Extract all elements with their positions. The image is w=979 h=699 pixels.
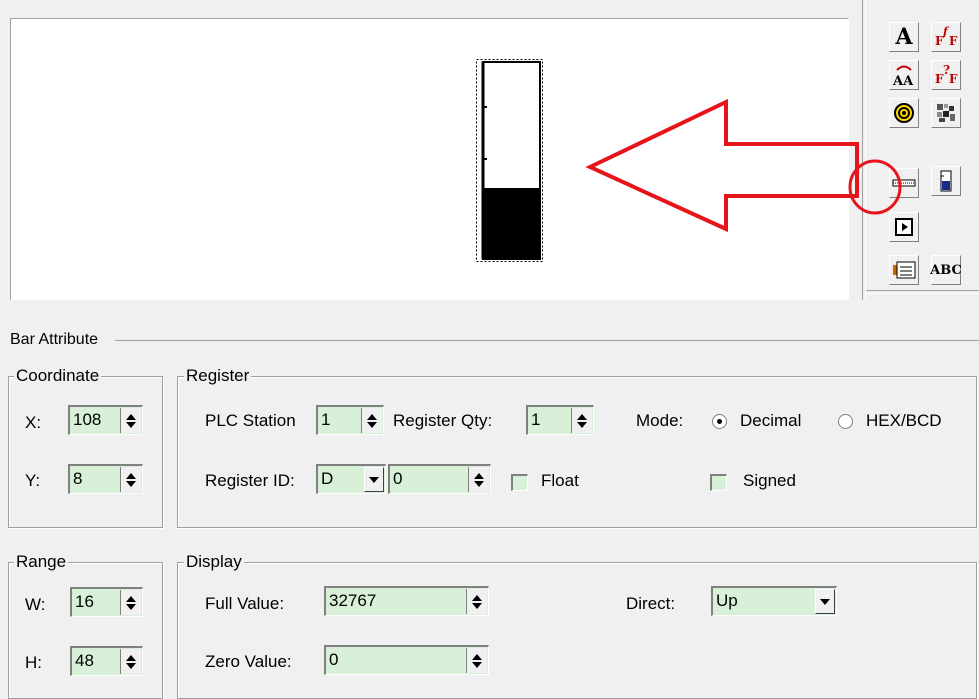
zero-value-spinbox[interactable]: 0	[324, 645, 489, 675]
plc-station-label: PLC Station	[205, 411, 296, 430]
register-id-type-select[interactable]: D	[316, 464, 386, 494]
bar-attribute-title: Bar Attribute	[10, 331, 99, 348]
red-circle-annotation	[848, 159, 902, 215]
float-checkbox[interactable]	[511, 474, 528, 491]
display-group	[177, 562, 977, 699]
w-spin-arrows[interactable]	[120, 590, 141, 615]
bar-graph-preview[interactable]	[476, 59, 543, 262]
direct-label: Direct:	[626, 594, 676, 613]
format-text-2-icon[interactable]: F? F	[931, 60, 961, 90]
mode-decimal-radio[interactable]	[712, 414, 727, 429]
coordinate-group	[8, 376, 163, 528]
plc-station-spin-arrows[interactable]	[361, 408, 382, 433]
x-value: 108	[73, 410, 102, 429]
direct-value: Up	[716, 591, 738, 610]
mode-hex-label[interactable]: HEX/BCD	[866, 411, 942, 431]
y-spin-arrows[interactable]	[120, 467, 141, 492]
zero-value-label: Zero Value:	[205, 652, 292, 671]
radio-selected-dot	[717, 419, 722, 424]
svg-text:AA: AA	[892, 74, 914, 88]
register-id-spin-arrows[interactable]	[468, 467, 489, 492]
full-value-spin-arrows[interactable]	[466, 589, 487, 614]
chevron-down-icon[interactable]	[364, 467, 384, 492]
register-id-spinbox[interactable]: 0	[388, 464, 491, 494]
register-group-title: Register	[184, 366, 252, 385]
register-qty-label: Register Qty:	[393, 411, 493, 430]
chevron-down-icon[interactable]	[815, 589, 835, 614]
register-group	[177, 376, 977, 528]
image-icon[interactable]	[931, 98, 961, 128]
red-arrow-annotation	[585, 98, 859, 233]
plc-station-spinbox[interactable]: 1	[316, 405, 384, 435]
signed-checkbox[interactable]	[710, 474, 727, 491]
toolbox: A FfF AA F? F ABC	[865, 0, 979, 300]
ascii-icon[interactable]: ABC	[930, 255, 962, 285]
y-label: Y:	[25, 471, 41, 490]
register-qty-spinbox[interactable]: 1	[526, 405, 594, 435]
register-id-type-value: D	[321, 469, 334, 488]
signed-label[interactable]: Signed	[743, 471, 796, 491]
register-qty-spin-arrows[interactable]	[571, 408, 592, 433]
x-spin-arrows[interactable]	[120, 408, 141, 433]
register-id-value: 0	[393, 469, 403, 488]
direct-select[interactable]: Up	[711, 586, 837, 616]
range-group	[8, 562, 163, 699]
float-label[interactable]: Float	[541, 471, 579, 491]
lamp-icon[interactable]	[889, 98, 919, 128]
bar-attribute-rule	[115, 340, 979, 341]
svg-text:F: F	[949, 72, 958, 86]
format-text-icon[interactable]: FfF	[931, 22, 961, 52]
display-group-title: Display	[184, 552, 244, 571]
svg-text:F: F	[949, 34, 958, 48]
w-spinbox[interactable]: 16	[70, 587, 143, 617]
h-label: H:	[25, 653, 42, 672]
full-value: 32767	[329, 591, 377, 610]
zero-value: 0	[329, 650, 339, 669]
w-label: W:	[25, 595, 46, 614]
y-spinbox[interactable]: 8	[68, 464, 143, 494]
h-value: 48	[75, 651, 94, 670]
plc-station-value: 1	[321, 410, 331, 429]
bar-fill	[483, 188, 540, 259]
full-value-label: Full Value:	[205, 594, 285, 613]
y-value: 8	[73, 469, 83, 488]
h-spinbox[interactable]: 48	[70, 646, 143, 676]
mode-label: Mode:	[636, 411, 684, 430]
coordinate-group-title: Coordinate	[14, 366, 102, 385]
mode-hex-radio[interactable]	[838, 414, 853, 429]
register-qty-value: 1	[531, 410, 541, 429]
scroll-text-icon[interactable]: AA	[889, 60, 919, 90]
bar-graph-icon[interactable]	[931, 166, 961, 196]
mode-decimal-label[interactable]: Decimal	[740, 411, 801, 431]
x-label: X:	[25, 413, 42, 432]
register-id-label: Register ID:	[205, 471, 295, 490]
w-value: 16	[75, 592, 94, 611]
x-spinbox[interactable]: 108	[68, 405, 143, 435]
zero-value-spin-arrows[interactable]	[466, 648, 487, 673]
range-group-title: Range	[14, 552, 69, 571]
h-spin-arrows[interactable]	[120, 649, 141, 674]
toolbox-bottom-separator	[866, 290, 979, 294]
full-value-spinbox[interactable]: 32767	[324, 586, 489, 616]
message-icon[interactable]	[889, 255, 919, 285]
text-tool-icon[interactable]: A	[889, 22, 919, 52]
